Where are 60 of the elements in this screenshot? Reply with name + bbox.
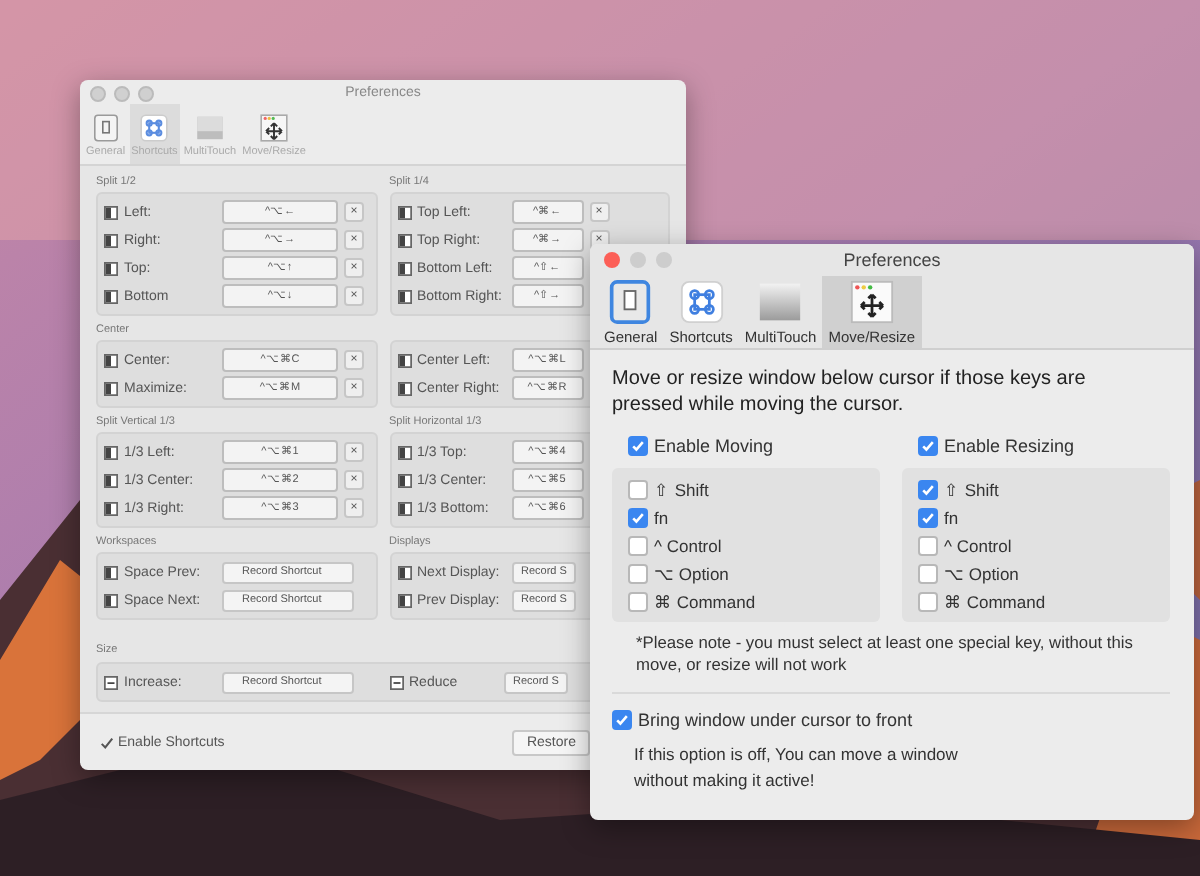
move-arrows-icon [258,111,290,143]
command-icon [138,111,171,143]
enable-checkbox[interactable]: Enable Moving [612,430,880,462]
layout-icon [104,501,118,515]
window-icon [608,279,653,323]
enable-checkbox[interactable]: Enable Resizing [902,430,1170,462]
checkmark-icon [630,438,646,454]
trackpad-icon [193,111,226,143]
layout-icon [104,381,118,395]
window-title: Preferences [843,250,941,270]
close-button[interactable] [90,86,106,102]
trackpad-icon [758,279,803,323]
modifier-checkbox[interactable]: fn [918,504,1154,532]
modifier-checkbox[interactable]: ⌘ Command [918,588,1154,616]
checkmark-icon [630,510,646,526]
layout-icon [397,593,411,607]
modifier-checkbox[interactable]: ⌥ Option [918,560,1154,588]
checkmark-icon [100,735,114,749]
minimize-button[interactable] [114,86,130,102]
close-button[interactable] [604,252,620,268]
minimize-button[interactable] [630,252,646,268]
checkmark-icon [920,438,936,454]
command-icon [679,279,724,323]
modifier-checkbox[interactable]: ⇧ Shift [918,476,1154,504]
size-icon [104,675,118,689]
window-icon [89,111,122,143]
layout-icon [397,261,411,275]
layout-icon [104,233,118,247]
description-text: Move or resize window below cursor if those keys are pressed while moving the cursor. [612,366,1088,418]
modifier-checkbox[interactable]: ^ Control [628,532,864,560]
note-text: *Please note - you must select at least one special key, without this move, or resize will not work [636,632,1135,676]
modifier-checkbox[interactable]: ⇧ Shift [628,476,864,504]
layout-icon [397,233,411,247]
layout-icon [397,473,411,487]
layout-icon [397,353,411,367]
layout-icon [104,473,118,487]
layout-icon [397,501,411,515]
zoom-button[interactable] [656,252,672,268]
layout-icon [104,289,118,303]
layout-icon [397,565,411,579]
zoom-button[interactable] [138,86,154,102]
modifier-checkbox[interactable]: ⌥ Option [628,560,864,588]
checkmark-icon [614,712,630,728]
modifier-checkbox[interactable]: ⌘ Command [628,588,864,616]
layout-icon [397,289,411,303]
move-arrows-icon [849,279,894,323]
layout-icon [397,205,411,219]
layout-icon [104,565,118,579]
layout-icon [104,593,118,607]
layout-icon [104,261,118,275]
layout-icon [397,381,411,395]
hint-text: If this option is off, You can move a window without making it active! [634,742,960,794]
bring-to-front-checkbox[interactable]: Bring window under cursor to front [612,706,1170,734]
layout-icon [397,445,411,459]
layout-icon [104,353,118,367]
layout-icon [104,205,118,219]
layout-icon [104,445,118,459]
modifier-checkbox[interactable]: fn [628,504,864,532]
modifier-checkbox[interactable]: ^ Control [918,532,1154,560]
size-icon [389,675,403,689]
